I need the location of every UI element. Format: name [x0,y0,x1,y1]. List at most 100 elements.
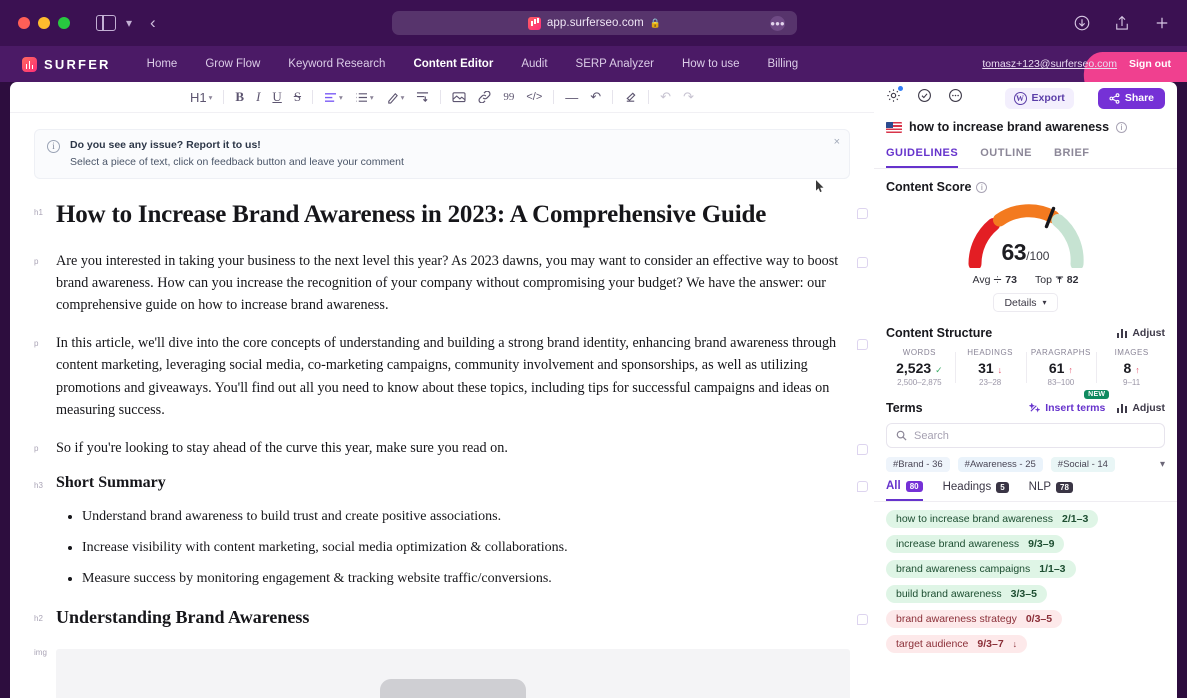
term-chip[interactable]: build brand awareness 3/3–5 [886,585,1047,603]
tab-brief[interactable]: BRIEF [1054,142,1090,168]
code-icon[interactable]: </> [520,86,548,108]
terms-tab-all[interactable]: All 80 [886,480,923,501]
nav-item-keyword-research[interactable]: Keyword Research [274,58,399,70]
terms-search-input[interactable]: Search [886,423,1165,448]
terms-title: Terms [886,401,923,415]
undo-icon[interactable]: ↶ [654,86,677,108]
share-icon[interactable] [1113,14,1131,32]
maximize-window-button[interactable] [58,17,70,29]
list-item[interactable]: Measure success by monitoring engagement… [82,568,850,589]
sidebar-toggle-icon[interactable] [96,15,116,31]
nav-item-billing[interactable]: Billing [753,58,812,70]
document-heading-2[interactable]: Understanding Brand Awareness [56,607,850,628]
gear-icon[interactable] [886,86,903,108]
extensions-icon[interactable]: ●●● [770,15,785,31]
info-icon[interactable]: i [1116,121,1128,133]
nav-item-how-to-use[interactable]: How to use [668,58,754,70]
address-bar[interactable]: app.surferseo.com 🔒 ●●● [392,11,797,35]
underline-icon[interactable]: U [266,86,287,108]
document-heading-1[interactable]: How to Increase Brand Awareness in 2023:… [56,201,850,230]
window-traffic-lights[interactable] [18,17,70,29]
line-break-icon[interactable]: ↶ [584,86,607,108]
info-icon[interactable]: i [976,181,988,193]
back-arrow-icon[interactable]: ‹ [150,13,156,33]
strikethrough-icon[interactable]: S [288,86,307,108]
nav-item-content-editor[interactable]: Content Editor [399,58,507,70]
document-list[interactable]: Understand brand awareness to build trus… [56,506,850,599]
content-structure-title: Content Structure [886,326,993,340]
new-tab-icon[interactable] [1153,14,1171,32]
close-window-button[interactable] [18,17,30,29]
export-button[interactable]: W Export [1004,87,1074,109]
close-icon[interactable]: × [834,136,840,148]
stat-images: IMAGES 8 ↑ 9–11 [1096,348,1167,387]
comment-bubble-icon[interactable] [857,339,868,351]
bold-icon[interactable]: B [229,86,250,108]
italic-icon[interactable]: I [250,86,266,108]
clear-format-icon[interactable] [618,86,643,108]
share-button[interactable]: Share [1097,87,1165,109]
brand-logo[interactable]: SURFER [22,56,111,72]
tab-outline[interactable]: OUTLINE [980,142,1032,168]
score-value-group: 63/100 [961,239,1091,266]
document-paragraph[interactable]: So if you're looking to stay ahead of th… [56,437,850,459]
chevron-down-icon[interactable]: ▾ [1160,459,1165,470]
document-body[interactable]: h1 How to Increase Brand Awareness in 20… [10,201,874,698]
mouse-cursor [816,180,824,193]
term-chip[interactable]: increase brand awareness 9/3–9 [886,535,1065,553]
chevron-down-icon[interactable]: ▾ [126,16,132,30]
comment-bubble-icon[interactable] [857,256,868,268]
quote-icon[interactable]: 99 [497,86,520,108]
document-paragraph[interactable]: In this article, we'll dive into the cor… [56,332,850,421]
terms-header: Terms NEW Insert terms Adjust [874,390,1177,419]
browser-actions [1073,0,1171,46]
chip-social[interactable]: #Social - 14 [1050,457,1115,472]
heading-select[interactable]: H1 ▾ [184,86,218,108]
sign-out-button[interactable]: Sign out [1129,58,1171,70]
terms-tab-headings[interactable]: Headings 5 [943,480,1009,501]
term-chip[interactable]: brand awareness strategy 0/3–5 [886,610,1063,628]
insert-terms-button[interactable]: NEW Insert terms [1029,390,1110,414]
image-placeholder[interactable] [56,649,850,698]
term-chip[interactable]: target audience 9/3–7 ↓ [886,635,1028,653]
nav-item-home[interactable]: Home [133,58,192,70]
term-row: increase brand awareness 9/3–9 [886,534,1165,559]
terms-tab-nlp[interactable]: NLP 78 [1029,480,1073,501]
content-structure-header: Content Structure Adjust [874,312,1177,344]
tab-guidelines[interactable]: GUIDELINES [886,142,959,168]
terms-adjust-button[interactable]: Adjust [1117,402,1165,414]
redo-icon[interactable]: ↷ [677,86,700,108]
list-item[interactable]: Increase visibility with content marketi… [82,537,850,558]
details-dropdown[interactable]: Details ▾ [993,293,1058,312]
document-block: p So if you're looking to stay ahead of … [34,437,868,459]
comment-bubble-icon[interactable] [857,614,868,625]
account-email[interactable]: tomasz+123@surferseo.com [982,58,1117,70]
chip-brand[interactable]: #Brand - 36 [886,457,950,472]
download-icon[interactable] [1073,14,1091,32]
term-row: build brand awareness 3/3–5 [886,584,1165,609]
list-item[interactable]: Understand brand awareness to build trus… [82,506,850,527]
comment-bubble-icon[interactable] [857,208,868,219]
more-options-icon[interactable] [948,88,963,108]
document-heading-3[interactable]: Short Summary [56,474,850,492]
document-paragraph[interactable]: Are you interested in taking your busine… [56,250,850,316]
nav-item-audit[interactable]: Audit [507,58,561,70]
term-chip[interactable]: brand awareness campaigns 1/1–3 [886,560,1076,578]
check-circle-icon[interactable] [917,88,932,108]
nav-item-serp-analyzer[interactable]: SERP Analyzer [562,58,668,70]
browser-toolbar: ▾ ‹ app.surferseo.com 🔒 ●●● [0,0,1187,46]
comment-bubble-icon[interactable] [857,481,868,492]
minimize-window-button[interactable] [38,17,50,29]
highlight-icon[interactable]: ▾ [380,86,411,108]
content-structure-adjust-button[interactable]: Adjust [1117,327,1165,339]
image-icon[interactable] [446,86,472,108]
nav-item-grow-flow[interactable]: Grow Flow [191,58,274,70]
indent-icon[interactable] [410,86,435,108]
comment-bubble-icon[interactable] [857,443,868,455]
link-icon[interactable] [472,86,497,108]
align-icon[interactable]: ▾ [318,86,349,108]
horizontal-rule-icon[interactable]: — [559,86,584,108]
list-icon[interactable]: ▾ [349,86,380,108]
term-chip[interactable]: how to increase brand awareness 2/1–3 [886,510,1099,528]
chip-awareness[interactable]: #Awareness - 25 [957,457,1043,472]
